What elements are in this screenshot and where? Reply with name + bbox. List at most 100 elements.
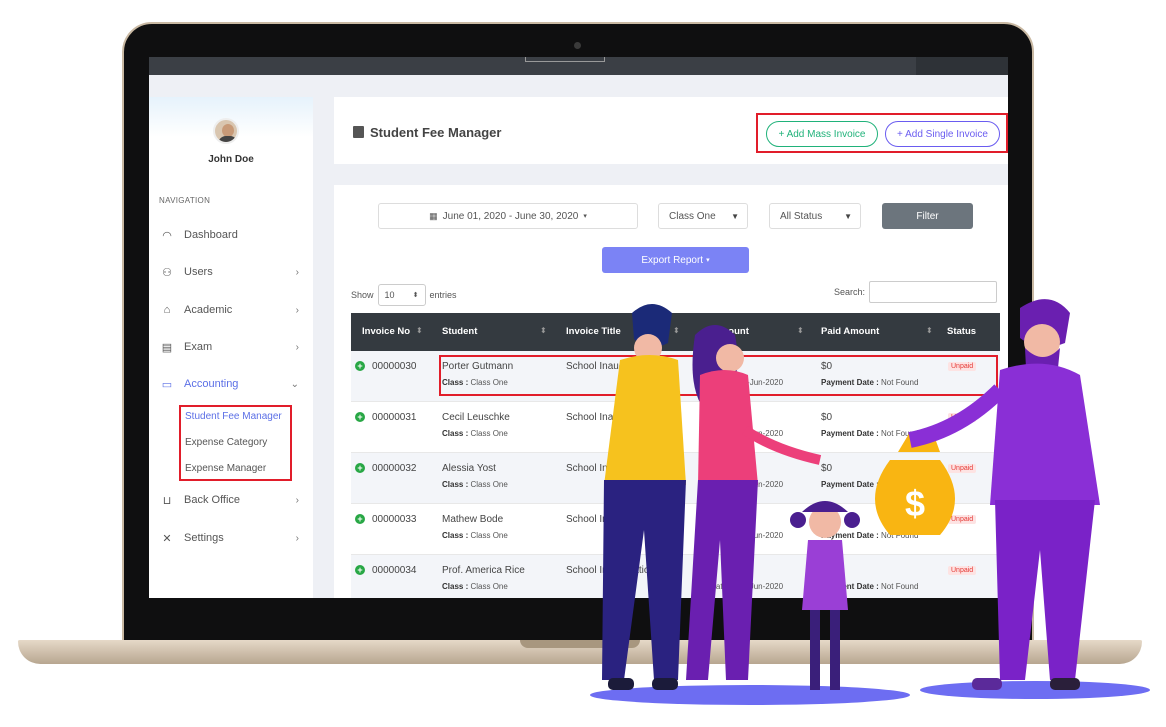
expand-icon[interactable]: + bbox=[355, 514, 365, 524]
entries-label: entries bbox=[429, 290, 457, 300]
topbar-button[interactable] bbox=[525, 57, 605, 62]
camera-icon bbox=[574, 42, 581, 49]
class-select[interactable]: Class One ▼ bbox=[658, 203, 748, 229]
sidebar-item-settings[interactable]: ✕ Settings › bbox=[159, 528, 299, 548]
chevron-down-icon: ▼ bbox=[731, 211, 739, 221]
created-date: Created : 24-Jun-2020 bbox=[703, 480, 784, 489]
sort-icon: ⬍ bbox=[673, 326, 680, 335]
date-range-picker[interactable]: ▦ June 01, 2020 - June 30, 2020 ▾ bbox=[378, 203, 638, 229]
payment-date: Payment Date : Not Found bbox=[821, 429, 919, 438]
sidebar-item-label: Academic bbox=[184, 304, 233, 316]
expand-icon[interactable]: + bbox=[355, 565, 365, 575]
payment-date: Payment Date : Not Found bbox=[821, 480, 919, 489]
status-select-value: All Status bbox=[780, 210, 823, 222]
chevron-right-icon: › bbox=[295, 494, 299, 506]
invoice-amount: $5 bbox=[703, 565, 715, 576]
sidebar-item-dashboard[interactable]: ◠ Dashboard bbox=[159, 225, 299, 245]
student-name: Alessia Yost bbox=[442, 463, 496, 474]
column-header-student[interactable]: Student bbox=[442, 326, 477, 337]
status-badge: Unpaid bbox=[948, 413, 977, 422]
tools-icon: ✕ bbox=[162, 532, 172, 545]
entries-select[interactable]: 10 ⬍ bbox=[377, 284, 426, 306]
document-icon bbox=[353, 126, 364, 138]
highlight-box bbox=[756, 113, 1008, 153]
filter-button[interactable]: Filter bbox=[882, 203, 973, 229]
expand-icon[interactable]: + bbox=[355, 412, 365, 422]
topbar-user-area[interactable] bbox=[916, 57, 1008, 75]
laptop-notch bbox=[520, 640, 640, 648]
user-icon: ⚇ bbox=[162, 266, 172, 279]
student-class: Class : Class One bbox=[442, 531, 508, 540]
status-badge: Unpaid bbox=[948, 566, 977, 575]
user-name: John Doe bbox=[208, 154, 254, 165]
chevron-right-icon: › bbox=[295, 341, 299, 353]
status-badge: Unpaid bbox=[948, 515, 977, 524]
sidebar-item-label: Exam bbox=[184, 341, 213, 353]
page-title: Student Fee Manager bbox=[353, 125, 501, 140]
expand-icon[interactable]: + bbox=[355, 361, 365, 371]
chevron-down-icon: ⌄ bbox=[290, 378, 299, 390]
expand-icon[interactable]: + bbox=[355, 463, 365, 473]
highlight-box bbox=[179, 405, 292, 481]
sidebar-item-back-office[interactable]: ⊔ Back Office › bbox=[159, 490, 299, 510]
table-row[interactable]: + 00000033 Mathew Bode Class : Class One… bbox=[351, 504, 1000, 555]
chevron-right-icon: › bbox=[295, 304, 299, 316]
invoice-no: 00000031 bbox=[372, 412, 417, 423]
sort-icon: ⬍ bbox=[797, 326, 804, 335]
export-report-button[interactable]: Export Report ▾ bbox=[602, 247, 749, 273]
invoice-no: 00000033 bbox=[372, 514, 417, 525]
paid-amount: $0 bbox=[821, 412, 833, 423]
sidebar-item-users[interactable]: ⚇ Users › bbox=[159, 262, 299, 282]
invoice-amount: $5 bbox=[703, 463, 715, 474]
app-screen: John Doe NAVIGATION ◠ Dashboard ⚇ Users … bbox=[149, 57, 1008, 598]
sidebar-item-label: Accounting bbox=[184, 378, 239, 390]
invoice-no: 00000030 bbox=[372, 361, 417, 372]
created-date: Created : 24-Jun-2020 bbox=[703, 531, 784, 540]
invoice-title: School Inauguration Day bbox=[566, 463, 676, 474]
student-name: Cecil Leuschke bbox=[442, 412, 510, 423]
calendar-icon: ▦ bbox=[429, 210, 438, 221]
sidebar-item-exam[interactable]: ▤ Exam › bbox=[159, 337, 299, 357]
invoice-amount: $5 bbox=[703, 412, 715, 423]
class-select-value: Class One bbox=[669, 210, 716, 222]
briefcase-icon: ▭ bbox=[161, 378, 173, 391]
table-row[interactable]: + 00000031 Cecil Leuschke Class : Class … bbox=[351, 402, 1000, 453]
ground-shadow bbox=[590, 685, 910, 705]
status-badge: Unpaid bbox=[948, 464, 977, 473]
status-select[interactable]: All Status ▼ bbox=[769, 203, 861, 229]
bank-icon: ⌂ bbox=[163, 304, 171, 316]
sort-icon: ⬍ bbox=[416, 326, 423, 335]
column-header-amount[interactable]: Amount bbox=[713, 326, 749, 337]
caret-down-icon: ▾ bbox=[706, 257, 710, 264]
sort-icon: ⬍ bbox=[926, 326, 933, 335]
chevron-right-icon: › bbox=[295, 266, 299, 278]
avatar[interactable] bbox=[213, 118, 239, 144]
invoice-amount: $5 bbox=[703, 514, 715, 525]
student-class: Class : Class One bbox=[442, 429, 508, 438]
sidebar-item-label: Back Office bbox=[184, 494, 241, 506]
sidebar-item-academic[interactable]: ⌂ Academic › bbox=[159, 300, 299, 320]
highlight-box bbox=[439, 355, 998, 396]
table-row[interactable]: + 00000032 Alessia Yost Class : Class On… bbox=[351, 453, 1000, 504]
column-header-paid-amount[interactable]: Paid Amount bbox=[821, 326, 879, 337]
paid-amount: $0 bbox=[821, 565, 833, 576]
sort-icon: ⬍ bbox=[540, 326, 547, 335]
invoice-no: 00000034 bbox=[372, 565, 417, 576]
sidebar-item-label: Dashboard bbox=[184, 229, 238, 241]
sidebar-item-label: Settings bbox=[184, 532, 224, 544]
ground-shadow bbox=[920, 681, 1150, 699]
search-input[interactable] bbox=[869, 281, 998, 303]
sidebar-item-label: Users bbox=[184, 266, 213, 278]
created-date: Created : 24-Jun-2020 bbox=[703, 429, 784, 438]
column-header-invoice-title[interactable]: Invoice Title bbox=[566, 326, 621, 337]
caret-down-icon: ▾ bbox=[583, 213, 587, 220]
calendar-icon: ▤ bbox=[161, 341, 173, 354]
invoice-title: School Inauguration Day bbox=[566, 514, 676, 525]
show-label: Show bbox=[351, 290, 374, 300]
page-header-card: Student Fee Manager + Add Mass Invoice +… bbox=[334, 97, 1008, 164]
column-header-invoice-no[interactable]: Invoice No bbox=[362, 326, 410, 337]
column-header-status[interactable]: Status bbox=[947, 326, 976, 337]
paid-amount: $0 bbox=[821, 514, 833, 525]
table-row[interactable]: + 00000034 Prof. America Rice Class : Cl… bbox=[351, 555, 1000, 598]
sidebar-item-accounting[interactable]: ▭ Accounting ⌄ bbox=[159, 374, 299, 394]
